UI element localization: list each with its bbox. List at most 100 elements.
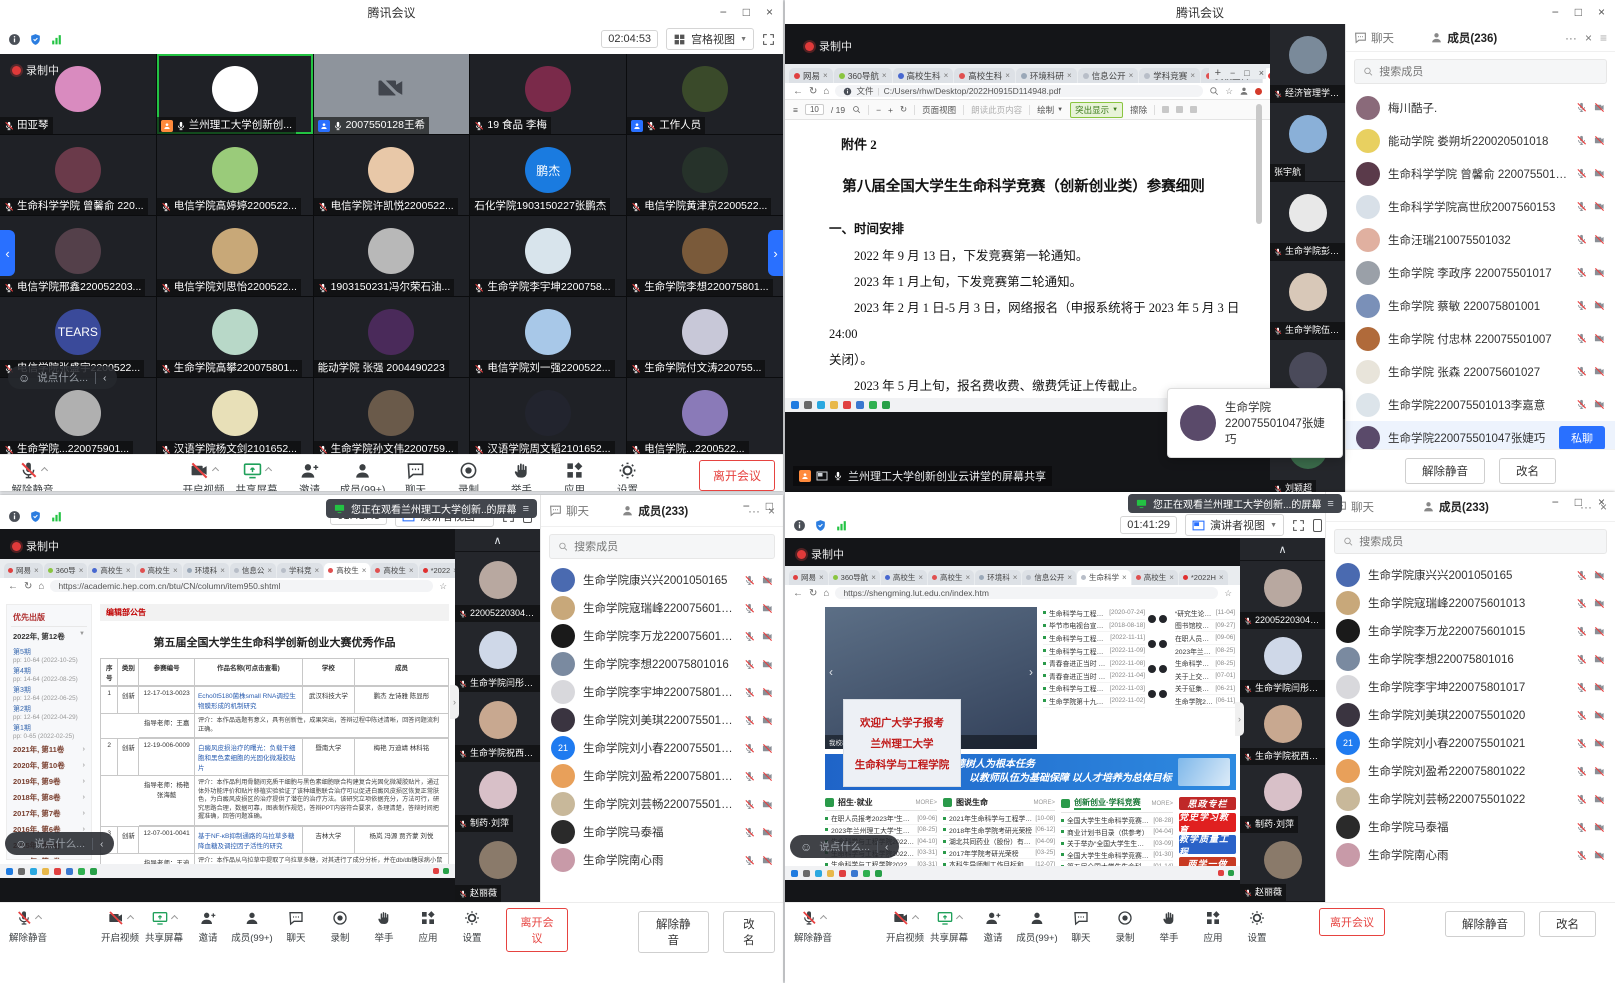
member-row[interactable]: 生命学院 李政序 220075501017 (1346, 256, 1615, 289)
news-item[interactable]: 2018年生命学院考研光荣榜[06-12] (943, 825, 1055, 837)
browser-close-button[interactable]: × (1259, 68, 1264, 78)
news-item[interactable]: 湖北共同药业（股份）有限公...[04-09] (943, 836, 1055, 848)
browser-tab[interactable]: 360导航× (829, 570, 880, 585)
toolbar-button[interactable]: 应用 (1191, 908, 1235, 944)
page-view-button[interactable]: 页面视图 (922, 104, 956, 116)
promo-banner[interactable]: 思政专栏 (1179, 797, 1236, 810)
issue-link[interactable]: 第3期 pp: 12-64 (2022-06-25) (11, 684, 87, 703)
video-tile[interactable]: 汉语学院周文韬2101652... (470, 378, 626, 458)
news-item[interactable]: “研究生论坛”暨“青年教...[11-04] (1175, 607, 1235, 620)
info-icon[interactable] (8, 33, 21, 46)
toolbar-button[interactable]: 共享屏幕 (230, 460, 283, 491)
sidebar-toggle-icon[interactable] (1313, 519, 1322, 532)
rotate-icon[interactable]: ↻ (900, 104, 907, 115)
member-row[interactable]: 生命学院南心雨 (1326, 841, 1615, 869)
video-tile[interactable]: 电信学院邢鑫220052203... (0, 216, 156, 296)
browser-tab[interactable]: 网易× (789, 570, 828, 585)
video-thumbnail[interactable]: 张宇航 (1270, 103, 1345, 181)
toolbar-button[interactable]: 共享屏幕 (927, 908, 971, 944)
toolbar-button[interactable]: 邀请 (186, 908, 230, 944)
rename-button[interactable]: 改名 (1499, 458, 1556, 484)
toolbar-button[interactable]: 聊天 (1059, 908, 1103, 944)
home-icon[interactable]: ⌂ (823, 588, 829, 599)
tray-red-icon[interactable] (1218, 870, 1224, 876)
browser-maximize-button[interactable]: □ (1244, 68, 1249, 78)
video-tile[interactable]: 鹏杰 石化学院1903150227张鹏杰 (470, 135, 626, 215)
tab-chat[interactable]: 聊天 (549, 503, 589, 519)
toolbar-button[interactable]: 邀请 (971, 908, 1015, 944)
scrollbar[interactable] (1256, 104, 1262, 224)
reload-icon[interactable]: ↻ (809, 86, 817, 97)
work-link[interactable]: Echo0t5180菌株small RNA调控生物膜形成的机制研究 (195, 687, 303, 714)
member-row[interactable]: 梅川酷子. (1346, 91, 1615, 124)
video-thumbnail[interactable]: 220052203044王雪 (455, 552, 540, 622)
prev-page-button[interactable]: ‹ (0, 230, 15, 276)
edge-icon[interactable] (30, 868, 37, 875)
member-row[interactable]: 能动学院 娄朔圻220020501018 (1346, 124, 1615, 157)
view-mode-dropdown[interactable]: 演讲者视图▼ (1185, 514, 1284, 536)
pdf-search-icon[interactable] (852, 105, 861, 114)
shield-icon[interactable] (814, 519, 827, 532)
browser-minimize-button[interactable]: − (1230, 68, 1235, 78)
shield-icon[interactable] (29, 510, 42, 523)
news-item[interactable]: 在职人员报考2023年“生物与...[09-06] (825, 813, 937, 825)
promo-banner[interactable]: 教学质量工程 (1179, 835, 1236, 854)
toolbar-button[interactable]: 设置 (450, 908, 494, 944)
pill-menu-icon[interactable]: ≡ (523, 503, 529, 515)
video-tile[interactable]: 工作人员 (627, 54, 783, 134)
news-item[interactable]: 2017年学院考研光荣榜[03-25] (943, 848, 1055, 860)
member-row[interactable]: 生命学院刘芸畅220075501022 (541, 790, 783, 818)
chat-quick-input[interactable]: ☺ 说点什么...‹ (8, 366, 117, 389)
news-item[interactable]: 生命科学与工程学院2022年招生宣传片[2020-07-24] (1043, 607, 1145, 620)
video-tile[interactable]: 生命学院李宇坤2200758... (470, 216, 626, 296)
video-thumbnail[interactable]: 生命学院伍晓萌2200... (1270, 261, 1345, 339)
chat-quick-input[interactable]: ☺ 说点什么...‹ (790, 835, 899, 858)
member-row[interactable]: 生命学院马泰福 (1326, 813, 1615, 841)
member-row[interactable]: 生命学院刘美琪220075501020 (541, 706, 783, 734)
browser-alert-icon[interactable] (1255, 88, 1262, 95)
rename-button[interactable]: 改名 (723, 911, 775, 953)
highlight-button[interactable]: 突出显示▼ (1070, 102, 1123, 118)
tray-green-icon[interactable] (443, 868, 449, 874)
app-green-icon[interactable] (882, 401, 890, 409)
member-row[interactable]: 生命学院刘盈希220075801022 (541, 762, 783, 790)
browser-tab[interactable]: 高校生× (928, 570, 974, 585)
zoom-in-icon[interactable]: + (888, 105, 893, 115)
news-item[interactable]: 青春奋进正当时 同心聚力共抗疫—生命学...[2022-11-04] (1043, 670, 1145, 683)
toolbar-button[interactable]: 录制 (1103, 908, 1147, 944)
video-tile[interactable]: TEARS 电信学院张盛宇2200522... (0, 297, 156, 377)
minimize-button[interactable]: − (1552, 5, 1559, 19)
edge-icon[interactable] (817, 401, 825, 409)
member-row[interactable]: 生命学院李想220075801016 (541, 650, 783, 678)
pdf-menu-icon[interactable]: ≡ (793, 105, 798, 115)
tab-members[interactable]: 成员(236) (1430, 30, 1497, 46)
signal-icon[interactable] (835, 519, 848, 532)
windows-icon[interactable] (6, 868, 13, 875)
more-link[interactable]: MORE> (915, 800, 937, 806)
news-item[interactable]: 关于征集生命科学与工程学...[06-21] (1175, 683, 1235, 696)
more-tools-icon[interactable] (1190, 106, 1197, 113)
collapse-chevron-icon[interactable]: ‹ (100, 838, 104, 850)
leave-meeting-button[interactable]: 离开会议 (699, 460, 775, 491)
tab-close-icon[interactable]: × (1129, 71, 1134, 80)
member-search[interactable] (549, 534, 775, 559)
signal-icon[interactable] (50, 510, 63, 523)
pill-menu-icon[interactable]: ≡ (1327, 498, 1333, 510)
toolbar-button[interactable]: 应用 (548, 460, 601, 491)
reload-icon[interactable]: ↻ (24, 581, 32, 592)
toolbar-button[interactable]: 成员(99+) (336, 460, 389, 491)
member-row[interactable]: 生命学院 张森 220075601027 (1346, 355, 1615, 388)
toolbar-button[interactable]: 开启视频 (177, 460, 230, 491)
video-tile[interactable]: 能动学院 张强 2004490223 (314, 297, 470, 377)
news-item[interactable]: 2021年生命科学与工程学院考...[10-08] (943, 813, 1055, 825)
video-thumbnail[interactable]: 赵丽薇 (455, 832, 540, 902)
news-item[interactable]: 商业计划书目录（供参考）[04-04] (1061, 827, 1173, 839)
chrome-icon[interactable] (839, 870, 846, 877)
member-row[interactable]: 生命科学学院 曾馨俞 220075501044 (1346, 157, 1615, 190)
windows-icon[interactable] (791, 870, 798, 877)
read-aloud-button[interactable]: 朗读此页内容 (971, 104, 1022, 116)
promo-banner[interactable]: 党史学习教育 (1179, 813, 1236, 832)
archive-year-link[interactable]: 2019年, 第9卷› (11, 773, 87, 789)
news-item[interactable]: 生命科学与工程学院2022年...[08-25] (1175, 657, 1235, 670)
slider-next-icon[interactable]: › (1029, 665, 1033, 679)
